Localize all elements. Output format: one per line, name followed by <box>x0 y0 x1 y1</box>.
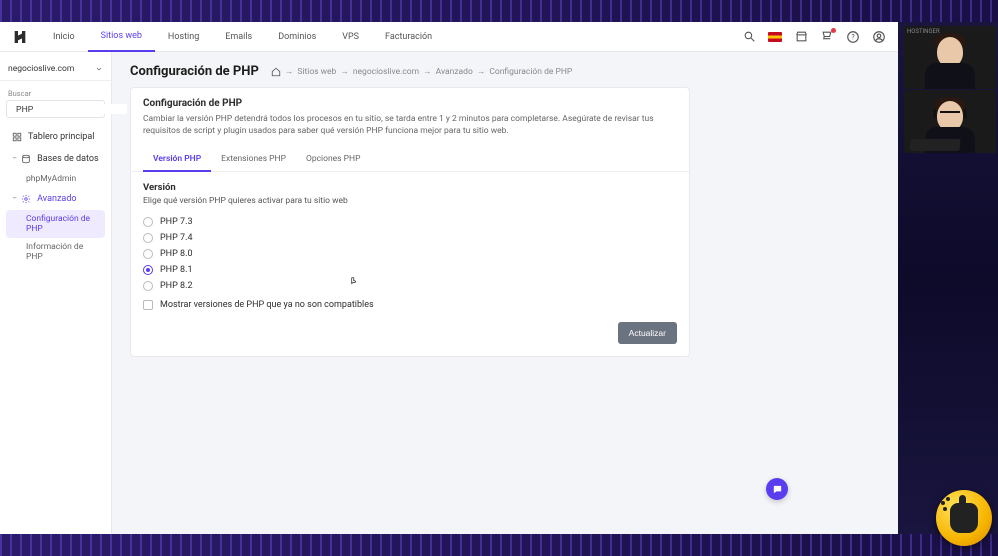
chat-icon <box>772 484 783 495</box>
tab-extensiones-php[interactable]: Extensiones PHP <box>211 148 296 171</box>
home-icon[interactable] <box>271 67 281 77</box>
radio-label: PHP 8.2 <box>160 281 193 291</box>
sidebar-item-label: Avanzado <box>37 194 76 204</box>
checkbox-icon <box>143 300 153 310</box>
checkbox-label: Mostrar versiones de PHP que ya no son c… <box>160 300 374 310</box>
gear-icon <box>21 194 31 204</box>
help-icon[interactable]: ? <box>846 30 860 44</box>
tab-opciones-php[interactable]: Opciones PHP <box>296 148 370 171</box>
sidebar-item-label: Tablero principal <box>28 132 94 142</box>
nav-hosting[interactable]: Hosting <box>155 22 212 52</box>
pointer-hand-icon <box>950 503 978 533</box>
content-area: Configuración de PHP → Sitios web → nego… <box>112 52 898 534</box>
search-icon[interactable] <box>742 30 756 44</box>
topbar: Inicio Sitios web Hosting Emails Dominio… <box>0 22 898 52</box>
nav-sitios-web[interactable]: Sitios web <box>88 22 155 52</box>
crumb-sites[interactable]: Sitios web <box>297 67 336 77</box>
chevron-down-icon <box>95 65 103 73</box>
radio-icon <box>143 281 153 291</box>
minus-icon: − <box>12 154 17 164</box>
radio-php-73[interactable]: PHP 7.3 <box>143 214 677 230</box>
top-nav: Inicio Sitios web Hosting Emails Dominio… <box>40 22 445 52</box>
notification-badge <box>831 28 836 33</box>
database-icon <box>21 154 31 164</box>
page-title: Configuración de PHP <box>130 64 259 79</box>
section-description: Elige qué versión PHP quieres activar pa… <box>143 196 677 206</box>
language-flag-es[interactable] <box>768 30 782 44</box>
nav-dominios[interactable]: Dominios <box>265 22 329 52</box>
radio-php-80[interactable]: PHP 8.0 <box>143 246 677 262</box>
section-heading: Versión <box>143 182 677 193</box>
radio-label: PHP 8.1 <box>160 265 193 275</box>
brand-logo[interactable] <box>0 29 40 45</box>
grid-icon <box>12 132 22 142</box>
notifications-icon[interactable] <box>820 30 834 44</box>
webcam-tag: HOSTINGER <box>907 28 940 35</box>
app-window: Inicio Sitios web Hosting Emails Dominio… <box>0 22 898 534</box>
radio-icon <box>143 249 153 259</box>
hostinger-logo-icon <box>12 29 28 45</box>
php-config-card: Configuración de PHP Cambiar la versión … <box>130 87 690 357</box>
minus-icon: − <box>12 194 17 204</box>
card-title: Configuración de PHP <box>143 98 677 109</box>
sidebar: negocioslive.com Buscar Tablero principa… <box>0 52 112 534</box>
site-selector[interactable]: negocioslive.com <box>0 58 111 81</box>
sidebar-item-label: Bases de datos <box>37 154 98 164</box>
search-label: Buscar <box>8 89 105 98</box>
nav-emails[interactable]: Emails <box>212 22 265 52</box>
channel-badge <box>936 490 992 546</box>
sidebar-search[interactable] <box>6 100 105 118</box>
breadcrumb: → Sitios web → negocioslive.com → Avanza… <box>271 66 572 77</box>
nav-vps[interactable]: VPS <box>329 22 372 52</box>
radio-icon <box>143 217 153 227</box>
account-icon[interactable] <box>872 30 886 44</box>
radio-icon <box>143 265 153 275</box>
radio-label: PHP 7.3 <box>160 217 193 227</box>
nav-facturacion[interactable]: Facturación <box>372 22 445 52</box>
radio-php-82[interactable]: PHP 8.2 <box>143 278 677 294</box>
card-description: Cambiar la versión PHP detendrá todos lo… <box>143 113 677 138</box>
site-selector-label: negocioslive.com <box>8 64 74 74</box>
sidebar-item-databases[interactable]: − Bases de datos <box>6 149 105 169</box>
radio-icon <box>143 233 153 243</box>
crumb-page: Configuración de PHP <box>489 67 572 77</box>
sidebar-search-input[interactable] <box>16 104 127 114</box>
nav-inicio[interactable]: Inicio <box>40 22 88 52</box>
sidebar-sub-phpmyadmin[interactable]: phpMyAdmin <box>6 170 105 188</box>
radio-label: PHP 8.0 <box>160 249 193 259</box>
svg-text:?: ? <box>851 33 855 41</box>
sidebar-sub-php-info[interactable]: Información de PHP <box>6 238 105 266</box>
crumb-section[interactable]: Avanzado <box>436 67 473 77</box>
sidebar-item-dashboard[interactable]: Tablero principal <box>6 127 105 147</box>
show-legacy-toggle[interactable]: Mostrar versiones de PHP que ya no son c… <box>143 294 677 310</box>
webcam-overlay-bottom <box>904 90 996 153</box>
tab-version-php[interactable]: Versión PHP <box>143 148 211 172</box>
crumb-domain[interactable]: negocioslive.com <box>353 67 419 77</box>
chat-fab[interactable] <box>766 478 788 500</box>
top-tools: ? <box>742 30 898 44</box>
store-icon[interactable] <box>794 30 808 44</box>
card-tabs: Versión PHP Extensiones PHP Opciones PHP <box>131 148 689 172</box>
radio-label: PHP 7.4 <box>160 233 193 243</box>
radio-php-74[interactable]: PHP 7.4 <box>143 230 677 246</box>
update-button[interactable]: Actualizar <box>618 322 677 344</box>
webcam-overlay-top: HOSTINGER <box>904 26 996 89</box>
sidebar-item-advanced[interactable]: − Avanzado <box>6 189 105 209</box>
radio-php-81[interactable]: PHP 8.1 <box>143 262 677 278</box>
sidebar-sub-php-config[interactable]: Configuración de PHP <box>6 210 105 238</box>
